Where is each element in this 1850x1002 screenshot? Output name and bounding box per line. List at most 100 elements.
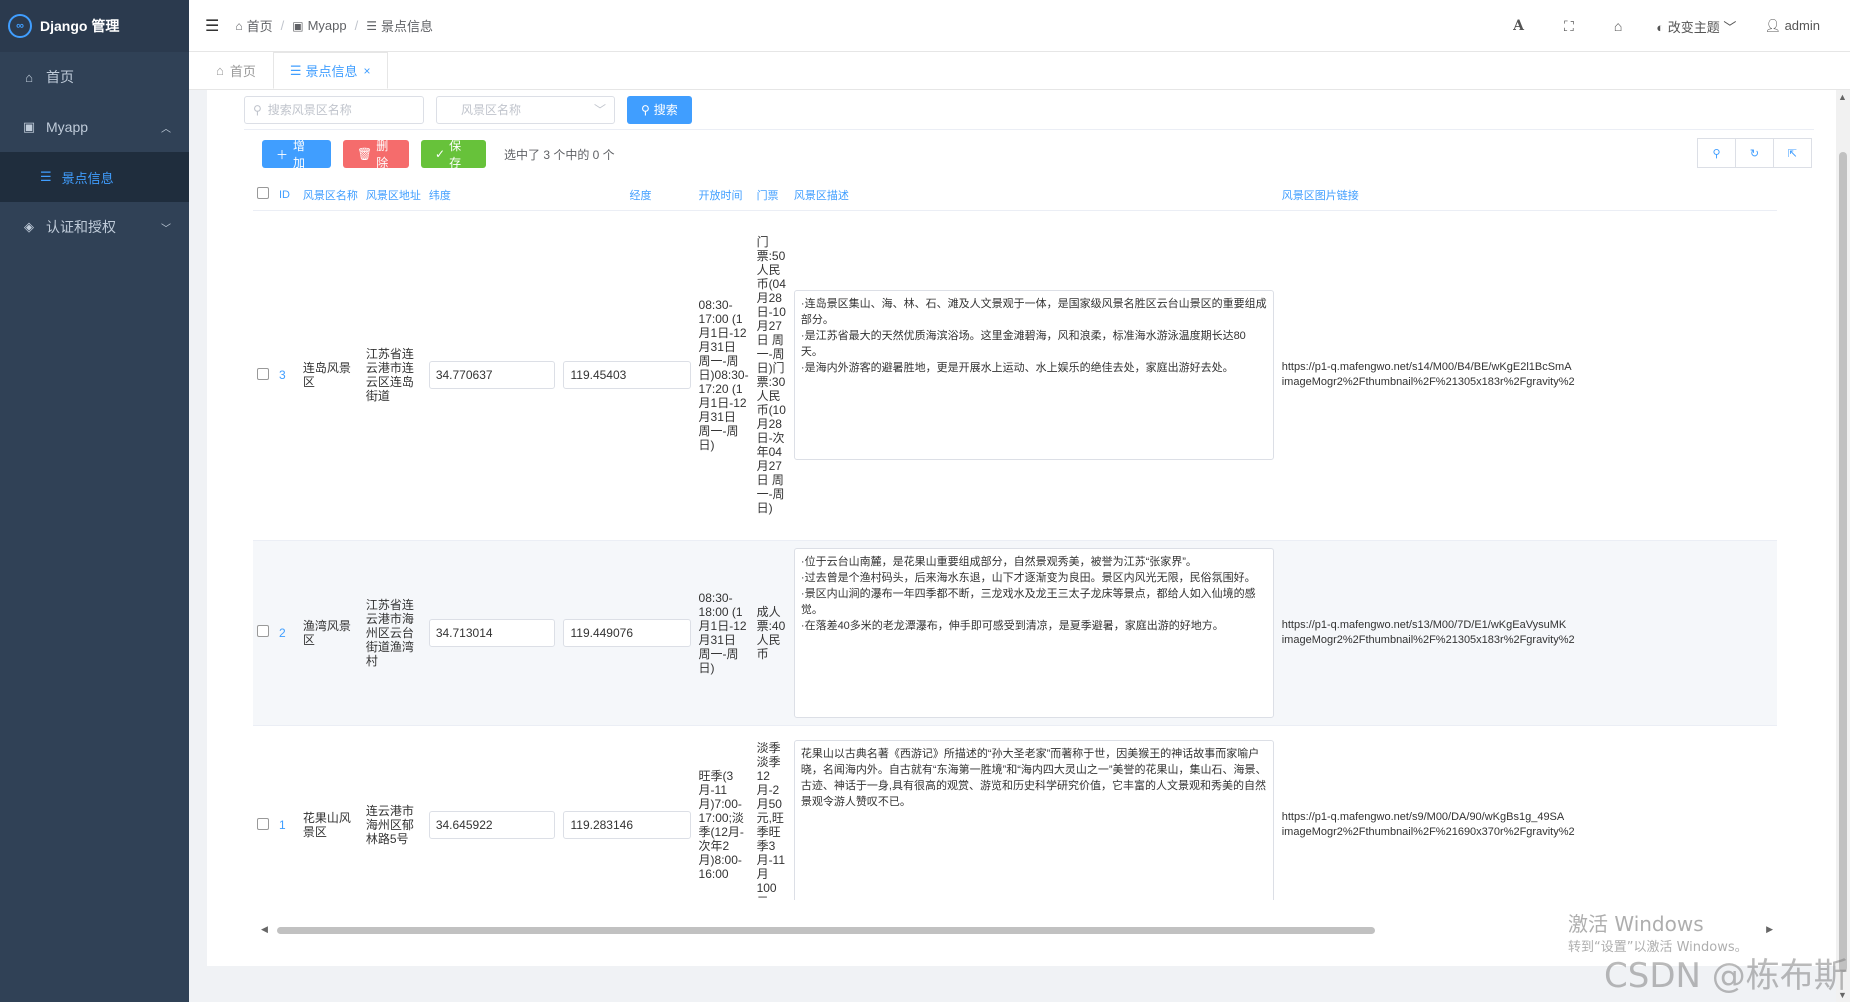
search-icon[interactable]: ⚲ [1697,138,1736,168]
row-checkbox[interactable] [253,725,275,900]
select-all-checkbox[interactable] [253,180,275,211]
description-textarea[interactable]: ·连岛景区集山、海、林、石、滩及人文景观于一体，是国家级风景名胜区云台山景区的重… [793,290,1274,460]
refresh-icon[interactable]: ↻ [1735,138,1774,168]
fullscreen-icon[interactable]: ⛶ [1544,18,1594,35]
column-header[interactable]: ID [274,180,299,211]
table-tools: ⚲ ↻ ⇱ [1697,138,1812,168]
latitude-input[interactable]: 34.770637 [428,361,556,389]
user-menu[interactable]: 👤︎ admin [1750,18,1850,34]
row-checkbox[interactable] [253,210,275,541]
breadcrumb-item[interactable]: 首页 [247,16,273,35]
image-url[interactable]: https://p1-q.mafengwo.net/s9/M00/DA/90/w… [1277,725,1777,900]
menu-toggle-icon[interactable]: ☰ [189,16,235,36]
export-icon[interactable]: ⇱ [1773,138,1812,168]
column-header[interactable]: 风景区描述 [789,180,1278,211]
data-table: ID 风景区名称 风景区地址 纬度 经度 开放时间 门票 风景区描述 风景区图片… [253,180,1777,900]
palette-icon: ◐ [1656,19,1665,35]
column-header[interactable]: 门票 [752,180,790,211]
search-placeholder: 搜索风景区名称 [267,103,352,117]
latitude-input[interactable]: 34.645922 [428,811,556,839]
font-size-button[interactable]: A [1493,18,1544,34]
search-icon: ⚲ [253,102,262,117]
sidebar-item-auth[interactable]: ◈ 认证和授权 ﹀ [0,202,189,252]
table-row: 1 花果山风景区 连云港市海州区郁林路5号 34.645922 119.2831… [253,725,1777,900]
latitude-input[interactable]: 34.713014 [428,618,556,647]
scrollbar-thumb[interactable] [1839,152,1847,972]
horizontal-scrollbar[interactable]: ◀ ▶ [261,924,1773,936]
column-header[interactable]: 风景区图片链接 [1277,180,1777,211]
image-url-line: imageMogr2%2Fthumbnail%2F%21305x183r%2Fg… [1281,633,1575,646]
user-icon: 👤︎ [1764,18,1781,33]
longitude-input[interactable]: 119.45403 [563,361,691,389]
chevron-down-icon: ﹀ [1723,19,1737,35]
tab-bar: ⌂ 首页 ☰ 景点信息 × [189,52,1850,90]
infinity-logo-icon: ∞ [8,14,32,38]
main-content: ⚲ 搜索风景区名称 风景区名称 ﹀ ⚲ 搜索 ＋ 增加 🗑︎ 删除 ✓ 保存 选… [207,90,1850,966]
image-url[interactable]: https://p1-q.mafengwo.net/s14/M00/B4/BE/… [1277,210,1777,541]
row-id[interactable]: 1 [274,725,299,900]
name-select[interactable]: 风景区名称 ﹀ [436,95,615,124]
table-header-row: ID 风景区名称 风景区地址 纬度 经度 开放时间 门票 风景区描述 风景区图片… [253,180,1777,211]
sidebar-item-label: Myapp [46,119,89,135]
row-name: 渔湾风景区 [298,540,362,726]
longitude-input[interactable]: 119.283146 [563,811,691,839]
sidebar-item-home[interactable]: ⌂ 首页 [0,52,189,102]
row-ticket: 成人票:40人民币 [752,540,790,726]
selection-info: 选中了 3 个中的 0 个 [504,147,615,162]
sidebar-item-scenic-info[interactable]: ☰ 景点信息 [0,152,189,202]
action-toolbar: ＋ 增加 🗑︎ 删除 ✓ 保存 选中了 3 个中的 0 个 ⚲ ↻ ⇱ [262,138,1812,170]
breadcrumb-item: 景点信息 [381,19,434,34]
search-input[interactable]: ⚲ 搜索风景区名称 [244,95,424,124]
description-textarea[interactable]: 花果山以古典名著《西游记》所描述的“孙大圣老家”而著称于世，因美猴王的神话故事而… [793,740,1274,900]
home-icon[interactable]: ⌂ [1594,18,1642,34]
image-url[interactable]: https://p1-q.mafengwo.net/s13/M00/7D/E1/… [1277,540,1777,726]
column-header[interactable]: 风景区地址 [361,180,425,211]
image-url-line: imageMogr2%2Fthumbnail%2F%21690x370r%2Fg… [1281,826,1575,838]
search-button[interactable]: ⚲ 搜索 [627,95,692,124]
breadcrumb-separator: / [354,18,359,33]
scroll-right-icon[interactable]: ▶ [1766,924,1773,935]
column-header[interactable]: 经度 [559,180,695,211]
sidebar-item-myapp[interactable]: ▣ Myapp ︿ [0,102,189,152]
row-hours: 08:30-18:00 (1月1日-12月31日 周一-周日) [694,540,753,726]
breadcrumb-item[interactable]: Myapp [308,18,347,33]
scroll-up-icon[interactable]: ▲ [1838,92,1847,102]
tab-home[interactable]: ⌂ 首页 [199,52,273,89]
row-id[interactable]: 3 [274,210,299,541]
image-url-line: https://p1-q.mafengwo.net/s14/M00/B4/BE/… [1281,361,1572,373]
row-checkbox[interactable] [253,540,275,726]
select-placeholder: 风景区名称 [461,103,522,117]
search-button-label: 搜索 [653,103,678,117]
header-actions: A ⛶ ⌂ ◐ 改变主题 ﹀ 👤︎ admin [1493,0,1850,52]
column-header[interactable]: 开放时间 [694,180,753,211]
row-id[interactable]: 2 [274,540,299,726]
save-button[interactable]: ✓ 保存 [421,139,486,170]
theme-switch[interactable]: ◐ 改变主题 ﹀ [1642,17,1750,36]
close-icon[interactable]: × [364,64,371,78]
delete-label: 删除 [376,139,389,170]
longitude-input[interactable]: 119.449076 [563,618,691,647]
add-button[interactable]: ＋ 增加 [262,139,331,170]
windows-activation-title: 激活 Windows [1568,912,1704,936]
delete-button[interactable]: 🗑︎ 删除 [343,139,409,170]
shield-icon: ◈ [24,219,34,234]
sidebar-item-label: 认证和授权 [46,219,116,235]
database-icon: ☰ [366,18,377,33]
chevron-down-icon: ﹀ [161,223,171,235]
column-header[interactable]: 风景区名称 [298,180,362,211]
scroll-left-icon[interactable]: ◀ [261,924,268,935]
app-logo[interactable]: ∞ Django 管理 [0,0,189,52]
row-address: 江苏省连云港市连云区连岛街道 [361,210,425,541]
search-icon: ⚲ [641,102,650,117]
trash-icon: 🗑︎ [357,147,373,161]
app-title: Django 管理 [40,18,120,34]
scrollbar-thumb[interactable] [277,927,1375,934]
tab-label: 景点信息 [305,64,358,79]
database-icon: ☰ [289,62,302,78]
chevron-up-icon: ︿ [161,123,171,135]
column-header[interactable]: 纬度 [424,180,560,211]
tab-scenic-info[interactable]: ☰ 景点信息 × [272,52,388,89]
description-textarea[interactable]: ·位于云台山南麓，是花果山重要组成部分，自然景观秀美，被誉为江苏“张家界”。 ·… [793,547,1274,718]
row-address: 江苏省连云港市海州区云台街道渔湾村 [361,540,425,726]
vertical-scrollbar[interactable]: ▲ ▼ [1836,90,1850,1002]
